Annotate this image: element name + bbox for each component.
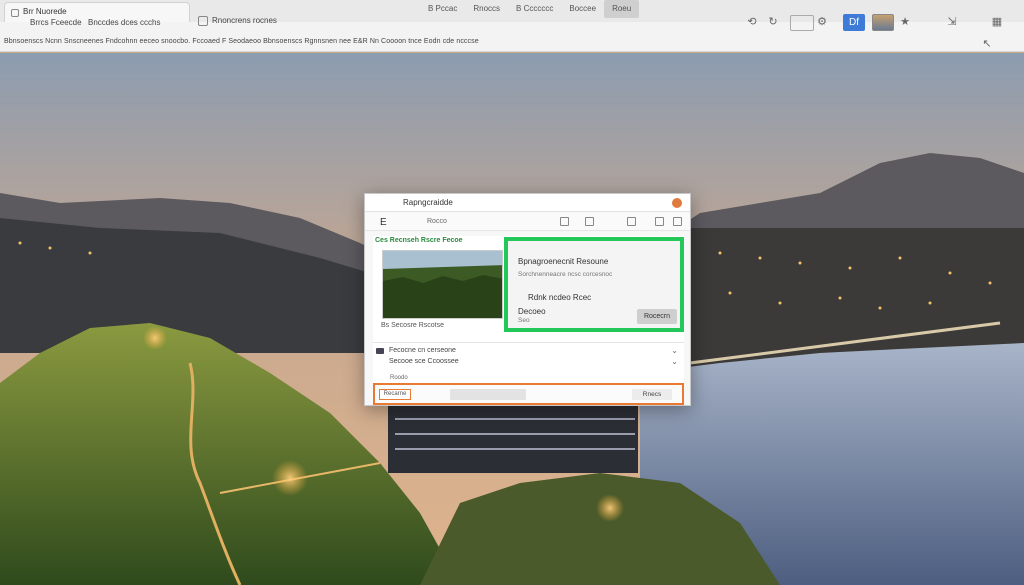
- extension-box[interactable]: [790, 15, 814, 31]
- copy-icon[interactable]: [585, 217, 594, 226]
- list-item-label: Fecocne cn cerseone: [389, 347, 456, 354]
- list-item[interactable]: Secooe sce Ccoossee ⌄: [373, 357, 684, 369]
- address-bar[interactable]: Bbnsoenscs Ncnn Snscneenes Fndcohnn eece…: [0, 36, 1024, 50]
- edit-icon[interactable]: [560, 217, 569, 226]
- chevron-icon[interactable]: ⌄: [671, 346, 678, 355]
- menu-item-2[interactable]: Rnoccs: [465, 0, 508, 18]
- footer-right-button[interactable]: Rnecs: [632, 389, 672, 400]
- lock-icon[interactable]: [627, 217, 636, 226]
- panel-action-button[interactable]: Rocecrn: [637, 309, 677, 324]
- new-tab-icon[interactable]: [198, 16, 208, 26]
- footer-input[interactable]: [450, 389, 526, 400]
- window-toolbar: E Rocco: [365, 213, 690, 231]
- chevron-icon[interactable]: ⌄: [671, 357, 678, 366]
- history-icon[interactable]: ⟲: [745, 14, 759, 28]
- refresh-icon[interactable]: ↻: [766, 14, 780, 28]
- forest-thumbnail: [383, 251, 502, 318]
- tab-third-label[interactable]: Bnccdes dces ccchs: [88, 18, 160, 27]
- small-label: Roodo: [390, 375, 408, 381]
- window-titlebar: Rapngcraidde: [365, 194, 690, 212]
- panel-line2: Decoeo: [518, 307, 546, 316]
- breadcrumb[interactable]: Ces Recnseh Rscre Fecoe: [375, 237, 463, 244]
- menu-icon[interactable]: [673, 217, 682, 226]
- folder-icon: [376, 348, 384, 354]
- footer-bar: Recarne Rnecs: [373, 383, 684, 405]
- address-text: Bbnsoenscs Ncnn Snscneenes Fndcohnn eece…: [4, 38, 479, 45]
- tab-second-label[interactable]: Brrcs Fceecde: [30, 18, 82, 27]
- tab-favicon-icon: [11, 9, 19, 17]
- bookmark-icon[interactable]: ★: [898, 14, 912, 28]
- top-menu: B Pccac Rnoccs B Ccccccc Boccee Roeu: [420, 0, 640, 18]
- toolbar-label[interactable]: Rocco: [427, 218, 447, 225]
- highlight-panel: Bpnagroenecnit Resoune Sorchnenneacre nc…: [504, 237, 684, 332]
- share-icon[interactable]: [655, 217, 664, 226]
- pin-icon[interactable]: ⇲: [945, 14, 959, 28]
- app-window: Rapngcraidde E Rocco Ces Recnseh Rscre F…: [364, 193, 691, 406]
- menu-item-4[interactable]: Boccee: [561, 0, 604, 18]
- window-title: Rapngcraidde: [403, 198, 453, 207]
- menu-item-1[interactable]: B Pccac: [420, 0, 465, 18]
- list-item-label: Secooe sce Ccoossee: [389, 358, 459, 365]
- grid-icon[interactable]: ▦: [990, 14, 1004, 28]
- panel-line1: Rdnk ncdeo Rcec: [528, 293, 592, 302]
- menu-item-5[interactable]: Roeu: [604, 0, 640, 18]
- panel-value: Seo: [518, 317, 530, 324]
- panel-subtitle: Sorchnenneacre ncsc corcesnoc: [518, 271, 613, 278]
- app-logo-icon: E: [380, 217, 387, 228]
- image-thumbnail-button[interactable]: [872, 14, 894, 31]
- menu-item-3[interactable]: B Ccccccc: [508, 0, 561, 18]
- divider: [373, 342, 684, 343]
- tab-active-label: Brr Nuorede: [23, 7, 67, 16]
- preview-image[interactable]: [382, 250, 503, 319]
- tab-fourth-label[interactable]: Rnoncrens rocnes: [212, 16, 277, 25]
- profile-button[interactable]: Df: [843, 14, 865, 31]
- footer-button[interactable]: Recarne: [379, 389, 411, 400]
- thumb-caption: Bs Secosre Rscotse: [381, 322, 445, 329]
- browser-chrome: Brr Nuorede B Pccac Rnoccs B Ccccccc Boc…: [0, 0, 1024, 52]
- panel-title: Bpnagroenecnit Resoune: [518, 257, 609, 266]
- settings-icon[interactable]: ⚙: [815, 14, 829, 28]
- avatar[interactable]: [672, 198, 682, 208]
